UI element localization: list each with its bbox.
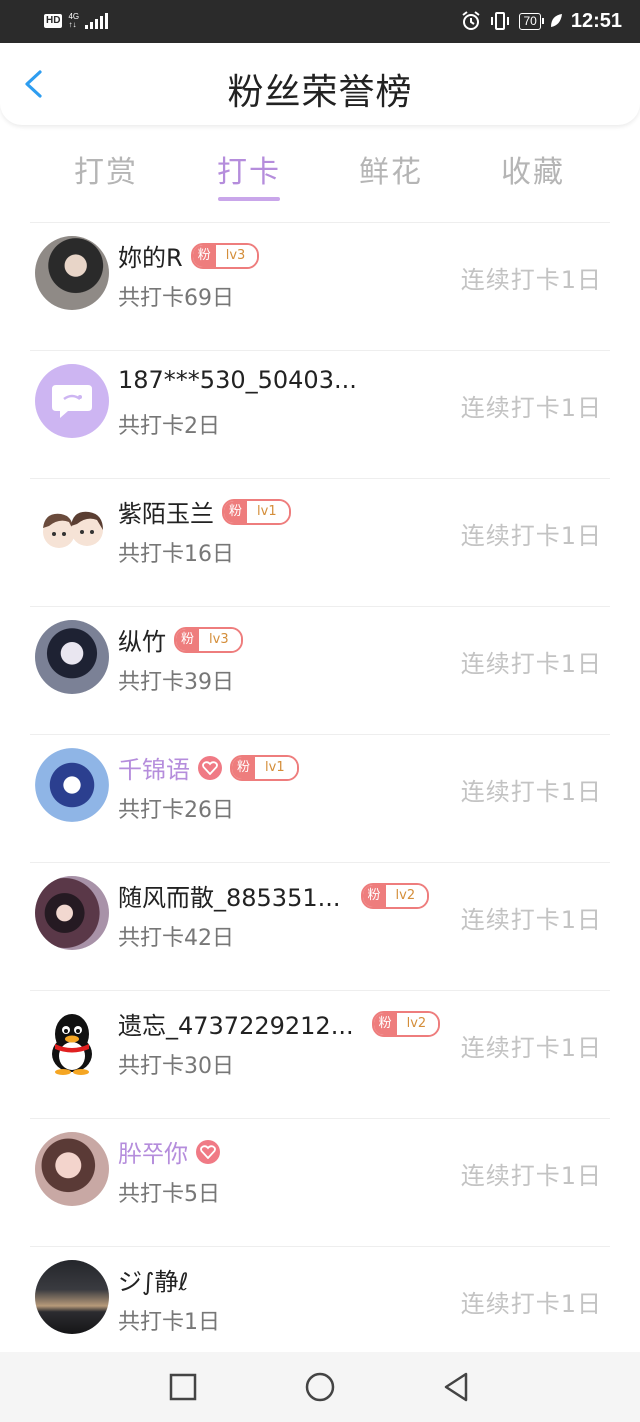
fan-level: lv1 [247, 500, 289, 523]
total-checkin-days: 共打卡16日 [118, 542, 234, 567]
tab-checkin[interactable]: 打卡 [189, 147, 309, 191]
clock: 12:51 [570, 9, 622, 32]
header: 粉丝荣誉榜 [0, 43, 640, 125]
total-checkin-days: 共打卡2日 [118, 414, 220, 439]
avatar[interactable] [35, 620, 109, 694]
avatar[interactable] [35, 492, 109, 566]
network-arrows: ↑↓ [68, 20, 77, 29]
total-checkin-days: 共打卡1日 [118, 1310, 220, 1335]
fan-level: lv3 [199, 628, 241, 651]
chat-bubble-icon [52, 385, 92, 418]
leaf-icon [550, 14, 562, 27]
fan-label: 粉 [176, 628, 200, 651]
page-title: 粉丝荣誉榜 [227, 72, 413, 113]
avatar[interactable] [35, 364, 109, 438]
back-nav-icon[interactable] [440, 1370, 474, 1404]
tab-favorites[interactable]: 收藏 [473, 147, 593, 191]
heart-vip-icon [196, 1139, 221, 1164]
fan-level: lv3 [215, 244, 258, 267]
divider [30, 1118, 610, 1119]
streak-days: 连续打卡1日 [460, 650, 602, 678]
heart-vip-icon [198, 755, 222, 780]
total-checkin-days: 共打卡5日 [118, 1182, 220, 1207]
divider [30, 222, 610, 223]
fan-label: 粉 [373, 1012, 397, 1035]
divider [30, 478, 610, 479]
fan-label: 粉 [224, 500, 248, 523]
system-nav-bar [0, 1352, 640, 1422]
user-name: 随风而散_885351... [118, 884, 341, 912]
fan-level-badge: 粉 lv3 [190, 242, 260, 269]
list-item[interactable]: 随风而散_885351... 粉 lv2 共打卡42日 连续打卡1日 [0, 862, 640, 990]
total-checkin-days: 共打卡69日 [118, 286, 234, 311]
list-item[interactable]: 187***530_50403... 共打卡2日 连续打卡1日 [0, 350, 640, 478]
avatar[interactable] [35, 1260, 109, 1334]
fan-label: 粉 [232, 756, 256, 779]
status-bar: HD 4G ↑↓ 70 12:51 [0, 0, 640, 43]
streak-days: 连续打卡1日 [460, 266, 602, 294]
fan-level: lv2 [385, 884, 428, 907]
avatar[interactable] [35, 748, 109, 822]
tab-bar: 打赏 打卡 鲜花 收藏 [0, 125, 640, 220]
streak-days: 连续打卡1日 [460, 1162, 602, 1190]
alarm-icon [462, 11, 481, 30]
fan-level: lv2 [396, 1012, 439, 1035]
battery-indicator: 70 [519, 12, 545, 30]
list-item[interactable]: 纵竹 粉 lv3 共打卡39日 连续打卡1日 [0, 606, 640, 734]
streak-days: 连续打卡1日 [460, 778, 602, 806]
fan-level-badge: 粉 lv1 [230, 754, 299, 781]
total-checkin-days: 共打卡26日 [118, 798, 234, 823]
fan-level-badge: 粉 lv2 [360, 882, 430, 909]
avatar[interactable] [35, 236, 109, 310]
list-item[interactable]: 千锦语 粉 lv1 共打卡26日 连续打卡1日 [0, 734, 640, 862]
streak-days: 连续打卡1日 [460, 906, 602, 934]
network-type: 4G ↑↓ [68, 13, 79, 29]
list-item[interactable]: 紫陌玉兰 粉 lv1 共打卡16日 连续打卡1日 [0, 478, 640, 606]
user-name: 187***530_50403... [118, 366, 357, 394]
fan-level-badge: 粉 lv1 [222, 498, 291, 525]
hd-indicator: HD [44, 14, 63, 28]
streak-days: 连续打卡1日 [460, 522, 602, 550]
fan-level-badge: 粉 lv2 [371, 1010, 441, 1037]
fan-label: 粉 [192, 244, 216, 267]
user-name: 千锦语 [118, 756, 190, 784]
divider [30, 1246, 610, 1247]
vibrate-icon [491, 12, 510, 30]
list-item[interactable]: 肸쭈你 共打卡5日 连续打卡1日 [0, 1118, 640, 1246]
tab-reward[interactable]: 打赏 [46, 147, 166, 191]
fan-level-badge: 粉 lv3 [174, 626, 243, 653]
divider [30, 606, 610, 607]
avatar[interactable] [35, 1132, 109, 1206]
list-item[interactable]: 遗忘_4737229212... 粉 lv2 共打卡30日 连续打卡1日 [0, 990, 640, 1118]
user-name: 遗忘_4737229212... [118, 1012, 354, 1040]
fan-level: lv1 [255, 756, 297, 779]
home-icon[interactable] [303, 1370, 337, 1404]
total-checkin-days: 共打卡42日 [118, 926, 234, 951]
fan-label: 粉 [362, 884, 386, 907]
streak-days: 连续打卡1日 [460, 1290, 602, 1318]
user-name: 紫陌玉兰 [118, 500, 214, 528]
divider [30, 734, 610, 735]
user-name: 肸쭈你 [118, 1140, 189, 1168]
divider [30, 350, 610, 351]
divider [30, 862, 610, 863]
avatar[interactable] [35, 1004, 109, 1078]
streak-days: 连续打卡1日 [460, 394, 602, 422]
divider [30, 990, 610, 991]
user-name: 纵竹 [118, 628, 166, 656]
total-checkin-days: 共打卡30日 [118, 1054, 234, 1079]
total-checkin-days: 共打卡39日 [118, 670, 234, 695]
streak-days: 连续打卡1日 [460, 1034, 602, 1062]
list-item[interactable]: 妳的R 粉 lv3 共打卡69日 连续打卡1日 [0, 222, 640, 350]
active-tab-indicator [218, 197, 280, 201]
user-name: 妳的R [118, 244, 183, 272]
user-name: ジ∫静ℓ [118, 1268, 189, 1296]
tab-flowers[interactable]: 鲜花 [331, 147, 451, 191]
recents-icon[interactable] [166, 1370, 200, 1404]
avatar[interactable] [35, 876, 109, 950]
signal-icon [85, 13, 109, 29]
penguin-icon [52, 1014, 92, 1075]
